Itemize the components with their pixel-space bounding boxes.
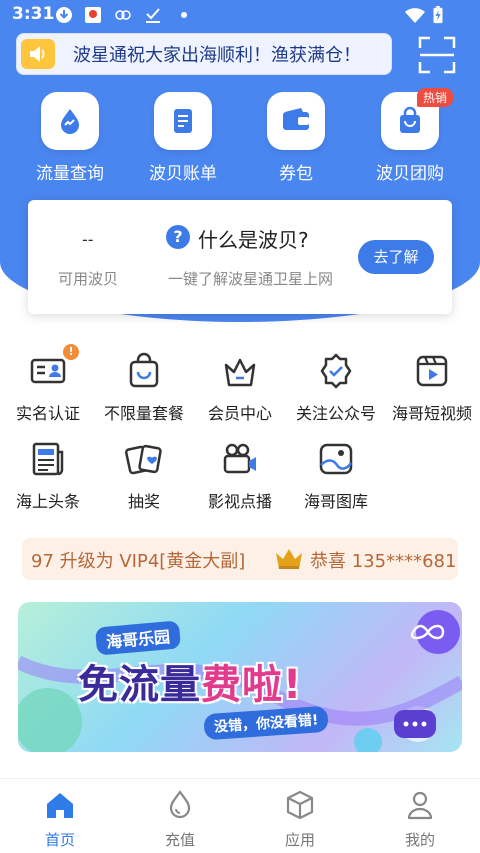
service-label: 抽奖 — [127, 492, 160, 511]
box-icon — [286, 790, 314, 820]
status-bar: 3:31 — [0, 0, 480, 30]
wallet-icon — [267, 92, 325, 150]
tab-label: 我的 — [404, 831, 435, 849]
scan-icon[interactable] — [418, 36, 456, 74]
hot-sale-badge: 热销 — [416, 88, 453, 107]
quick-action-label: 波贝账单 — [149, 164, 217, 184]
bobei-question-title: 什么是波贝? — [198, 228, 309, 252]
ticker-congrats-text: 恭喜 135****681 — [310, 551, 457, 572]
tab-label: 充值 — [164, 831, 195, 849]
video-play-icon — [413, 352, 451, 390]
tab-apps[interactable]: 应用 — [260, 789, 340, 850]
tab-home[interactable]: 首页 — [20, 789, 100, 850]
ticker-upgrade-text: 97 升级为 VIP4[黄金大副] — [31, 551, 246, 572]
bill-icon — [154, 92, 212, 150]
quick-action-label: 券包 — [279, 164, 313, 184]
accessibility-icon — [115, 10, 131, 20]
gallery-icon — [317, 440, 355, 478]
more-notifications-icon — [181, 12, 187, 18]
service-lottery[interactable]: 抽奖 — [96, 440, 192, 512]
lottery-cards-icon — [125, 440, 163, 478]
water-drop-icon — [41, 92, 99, 150]
shopping-bag-icon: 热销 — [381, 88, 453, 150]
service-label: 海哥图库 — [303, 492, 368, 511]
tab-recharge[interactable]: 充值 — [140, 789, 220, 850]
service-label: 海上头条 — [15, 492, 80, 511]
quick-action-traffic[interactable]: 流量查询 — [22, 92, 118, 184]
banner-headline-b: 费啦! — [201, 662, 303, 708]
service-label: 关注公众号 — [295, 404, 376, 423]
promo-banner[interactable]: 海哥乐园 免流量费啦! 没错，你没看错! — [18, 602, 462, 752]
package-bag-icon — [125, 352, 163, 390]
notice-bar[interactable]: 波星通祝大家出海顺利！渔获满仓！ — [16, 33, 392, 75]
service-gallery[interactable]: 海哥图库 — [288, 440, 384, 512]
service-short-video[interactable]: 海哥短视频 — [384, 352, 480, 424]
tab-label: 应用 — [284, 831, 315, 849]
question-icon: ? — [166, 225, 190, 249]
upgrade-ticker: 97 升级为 VIP4[黄金大副] 恭喜 135****681 — [22, 538, 458, 580]
service-member-center[interactable]: 会员中心 — [192, 352, 288, 424]
tab-profile[interactable]: 我的 — [380, 789, 460, 850]
service-label: 影视点播 — [207, 492, 272, 511]
status-time: 3:31 — [12, 4, 55, 24]
alert-badge: ! — [63, 344, 79, 360]
crown-icon — [276, 549, 302, 569]
service-video-on-demand[interactable]: 影视点播 — [192, 440, 288, 512]
movie-camera-icon — [221, 440, 259, 478]
bobei-info-card: -- 可用波贝 ? 什么是波贝? 一键了解波星通卫星上网 去了解 — [28, 200, 452, 314]
verified-badge-icon — [317, 352, 355, 390]
quick-action-groupbuy[interactable]: 热销 波贝团购 — [362, 88, 458, 184]
download-icon — [56, 7, 72, 23]
user-icon — [407, 791, 433, 820]
service-unlimited[interactable]: 不限量套餐 — [96, 352, 192, 424]
speaker-icon — [21, 39, 55, 69]
service-label: 海哥短视频 — [391, 404, 472, 423]
quick-action-label: 波贝团购 — [376, 164, 444, 184]
bobei-balance-label: 可用波贝 — [58, 270, 119, 288]
id-card-icon: ! — [29, 344, 79, 390]
quick-action-label: 流量查询 — [36, 164, 104, 184]
service-label: 不限量套餐 — [103, 404, 184, 423]
notice-text: 波星通祝大家出海顺利！渔获满仓！ — [73, 45, 361, 66]
tab-label: 首页 — [44, 831, 75, 849]
bobei-question-subtitle: 一键了解波星通卫星上网 — [168, 270, 334, 288]
task-done-icon — [146, 8, 160, 23]
quick-action-bill[interactable]: 波贝账单 — [135, 92, 231, 184]
banner-headline: 免流量费啦! — [78, 652, 302, 710]
service-label: 会员中心 — [207, 404, 272, 423]
crown-icon — [221, 352, 259, 390]
service-follow-account[interactable]: 关注公众号 — [288, 352, 384, 424]
wifi-icon — [405, 8, 425, 23]
service-label: 实名认证 — [15, 404, 80, 423]
service-real-name[interactable]: ! 实名认证 — [0, 344, 96, 424]
battery-charging-icon — [433, 6, 443, 24]
banner-headline-a: 免流量 — [78, 662, 201, 708]
newspaper-icon — [29, 440, 67, 478]
service-sea-headlines[interactable]: 海上头条 — [0, 440, 96, 512]
app-notification-icon — [85, 7, 101, 23]
home-icon — [47, 793, 73, 818]
water-drop-icon — [169, 790, 191, 819]
quick-action-coupons[interactable]: 券包 — [248, 92, 344, 184]
learn-more-button[interactable]: 去了解 — [358, 240, 434, 274]
bottom-tab-bar: 首页 充值 应用 我的 — [0, 778, 480, 853]
bobei-balance: -- — [82, 230, 94, 249]
